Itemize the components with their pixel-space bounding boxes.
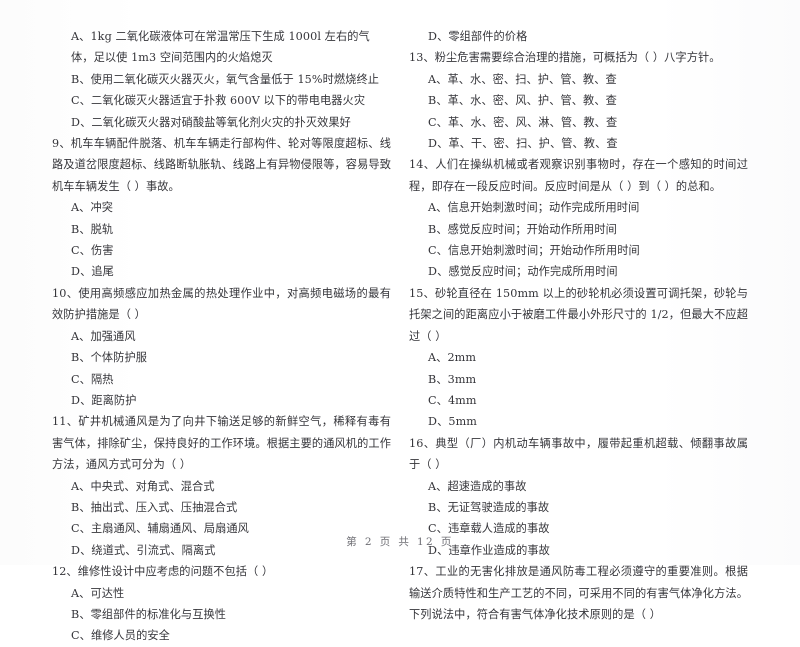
two-column-layout: A、1kg 二氧化碳液体可在常温常压下生成 1000l 左右的气体，足以使 1m…: [52, 26, 748, 642]
question-stem: 12、维修性设计中应考虑的问题不包括（ ）: [52, 565, 274, 579]
option-item: B、感觉反应时间；开始动作所用时间: [428, 222, 617, 236]
option-item: D、感觉反应时间；动作完成所用时间: [428, 265, 618, 279]
exam-page-sheet: A、1kg 二氧化碳液体可在常温常压下生成 1000l 左右的气体，足以使 1m…: [0, 0, 800, 642]
option-item: A、1kg 二氧化碳液体可在常温常压下生成 1000l 左右的气体，足以使 1m…: [71, 30, 370, 65]
option-item: A、加强通风: [71, 329, 136, 343]
option-item: C、4mm: [428, 393, 477, 407]
option-item: B、革、水、密、风、护、管、教、查: [428, 94, 617, 108]
option-item: C、革、水、密、风、淋、管、教、查: [428, 115, 618, 129]
page-footer: 第 2 页 共 12 页: [346, 536, 454, 548]
option-item: A、革、水、密、扫、护、管、教、查: [428, 72, 617, 86]
question-stem: 15、砂轮直径在 150mm 以上的砂轮机必须设置可调托架，砂轮与托架之间的距离…: [409, 286, 748, 343]
right-text-column: D、零组部件的价格 13、粉尘危害需要综合治理的措施，可概括为（ ）八字方针。 …: [409, 26, 748, 621]
question-stem: 13、粉尘危害需要综合治理的措施，可概括为（ ）八字方针。: [409, 51, 721, 65]
question-block: 9、机车车辆配件脱落、机车车辆走行部构件、轮对等限度超标、线路及道岔限度超标、线…: [52, 133, 391, 283]
option-item: A、2mm: [428, 351, 477, 365]
option-item: C、维修人员的安全: [71, 629, 170, 643]
option-item: D、追尾: [71, 265, 114, 279]
option-item: C、伤害: [71, 244, 114, 258]
option-item: B、零组部件的标准化与互换性: [71, 607, 227, 621]
question-block: 12、维修性设计中应考虑的问题不包括（ ） A、可达性 B、零组部件的标准化与互…: [52, 561, 391, 647]
option-item: D、零组部件的价格: [428, 30, 528, 43]
question-block: 10、使用高频感应加热金属的热处理作业中，对高频电磁场的最有效防护措施是（ ） …: [52, 283, 391, 411]
question-stem: 14、人们在操纵机械或者观察识别事物时，存在一个感知的时间过程，即存在一段反应时…: [409, 158, 748, 193]
question-block: 15、砂轮直径在 150mm 以上的砂轮机必须设置可调托架，砂轮与托架之间的距离…: [409, 283, 748, 433]
option-item: A、超速造成的事故: [428, 479, 527, 493]
left-text-column: A、1kg 二氧化碳液体可在常温常压下生成 1000l 左右的气体，足以使 1m…: [52, 26, 391, 642]
option-item: D、距离防护: [71, 393, 137, 407]
option-item: D、二氧化碳灭火器对硝酸盐等氧化剂火灾的扑灭效果好: [71, 115, 351, 129]
option-item: D、5mm: [428, 415, 477, 429]
question-stem: 17、工业的无害化排放是通风防毒工程必须遵守的重要准则。根据输送介质特性和生产工…: [409, 565, 748, 621]
question-stem: 16、典型（厂）内机动车辆事故中，履带起重机超载、倾翻事故属于（ ）: [409, 436, 748, 472]
option-item: A、中央式、对角式、混合式: [71, 479, 215, 493]
option-item: A、冲突: [71, 201, 114, 215]
option-item: B、脱轨: [71, 222, 114, 236]
option-item: B、抽出式、压入式、压抽混合式: [71, 500, 238, 514]
option-item: B、3mm: [428, 372, 477, 386]
question-stem: 10、使用高频感应加热金属的热处理作业中，对高频电磁场的最有效防护措施是（ ）: [52, 286, 391, 322]
question-stem: 9、机车车辆配件脱落、机车车辆走行部构件、轮对等限度超标、线路及道岔限度超标、线…: [52, 137, 391, 193]
option-item: D、革、干、密、扫、护、管、教、查: [428, 137, 618, 151]
option-item: B、使用二氧化碳灭火器灭火，氧气含量低于 15%时燃烧终止: [71, 72, 380, 86]
question-block: 17、工业的无害化排放是通风防毒工程必须遵守的重要准则。根据输送介质特性和生产工…: [409, 561, 748, 625]
option-item: B、个体防护服: [71, 351, 148, 365]
question-stem: 11、矿井机械通风是为了向井下输送足够的新鲜空气，稀释有毒有害气体，排除矿尘，保…: [52, 415, 391, 472]
question-block: 14、人们在操纵机械或者观察识别事物时，存在一个感知的时间过程，即存在一段反应时…: [409, 154, 748, 282]
option-item: A、可达性: [71, 586, 125, 600]
option-item: C、信息开始刺激时间；开始动作所用时间: [428, 244, 640, 258]
option-item: B、无证驾驶造成的事故: [428, 500, 550, 514]
option-item: A、信息开始刺激时间；动作完成所用时间: [428, 201, 640, 215]
option-item: C、二氧化碳灭火器适宜于扑救 600V 以下的带电电器火灾: [71, 94, 366, 108]
option-item: C、隔热: [71, 372, 114, 386]
question-block: 13、粉尘危害需要综合治理的措施，可概括为（ ）八字方针。 A、革、水、密、扫、…: [409, 47, 748, 154]
